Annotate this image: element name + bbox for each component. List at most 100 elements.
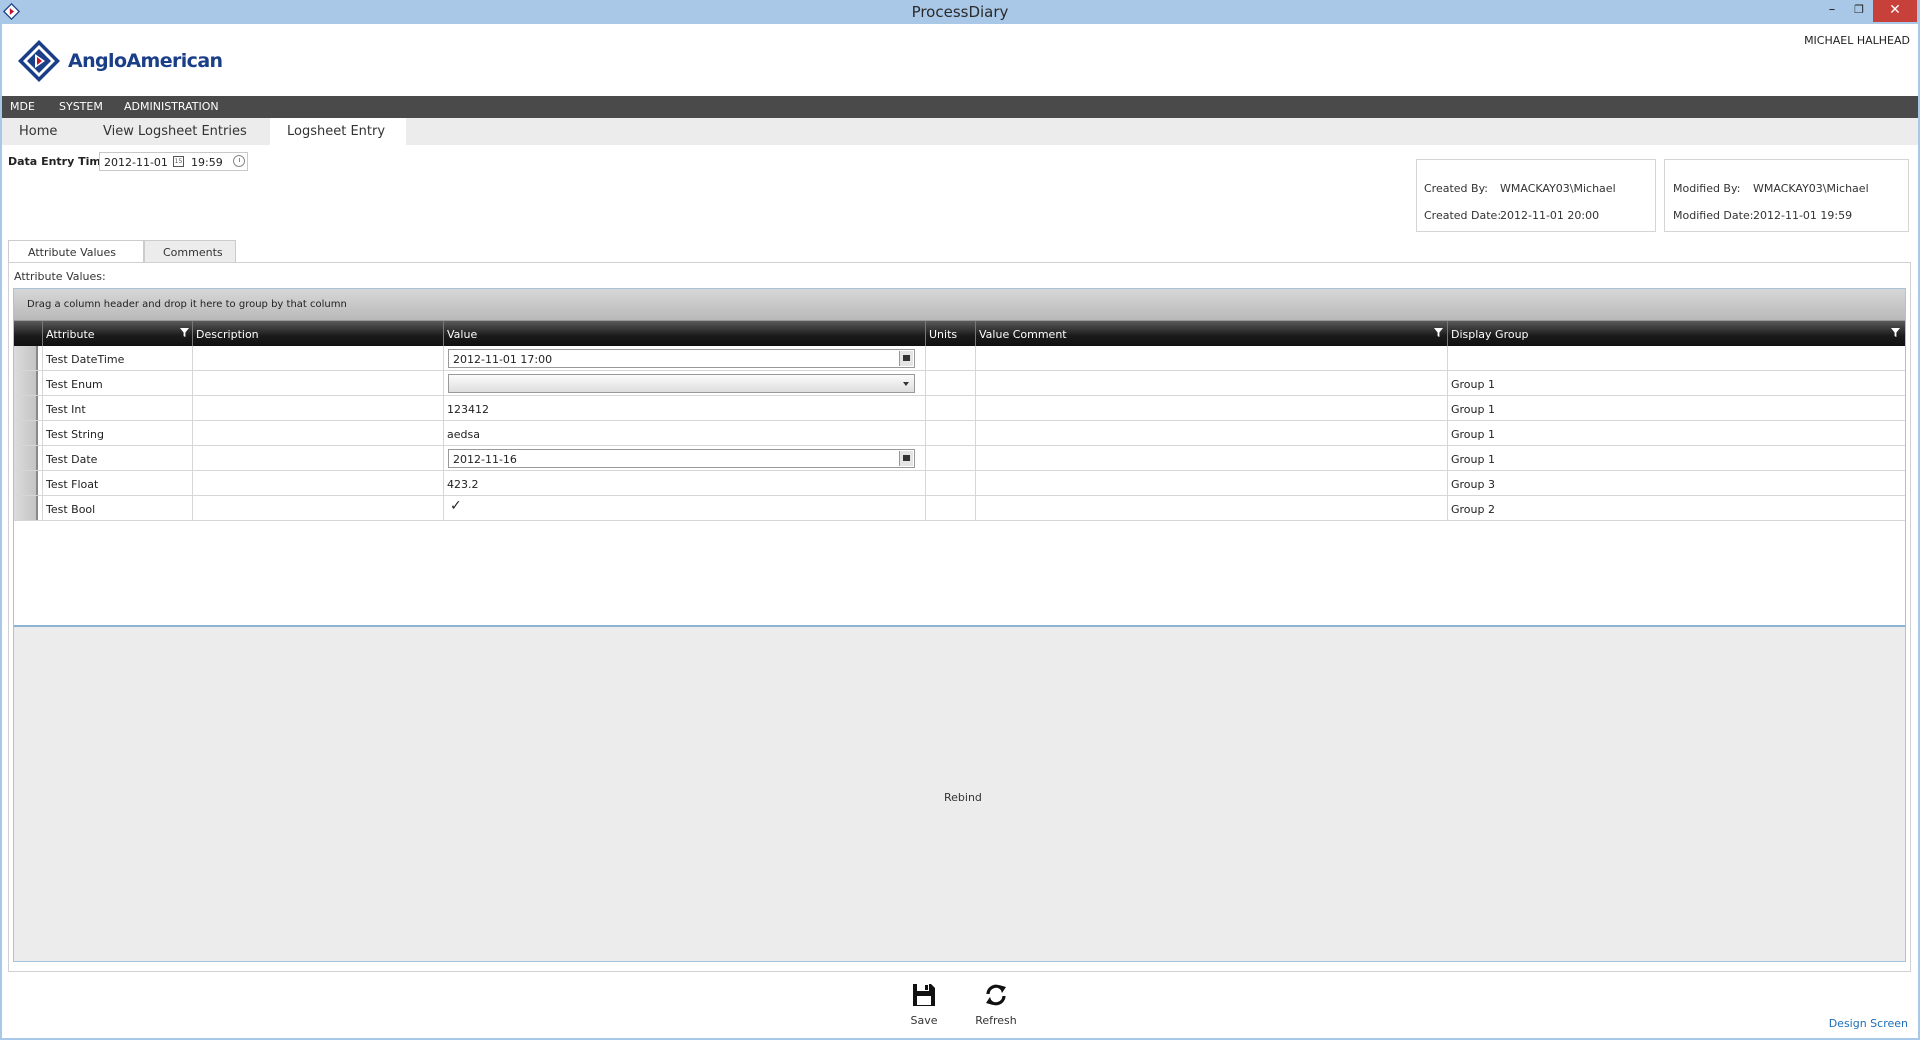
save-label: Save — [910, 1014, 938, 1027]
column-header-label: Value — [447, 328, 478, 341]
row-selector[interactable] — [14, 496, 38, 520]
value-comment-cell[interactable] — [975, 371, 1447, 395]
table-row[interactable]: Test Enum Group 1 — [14, 371, 1905, 396]
calendar-icon[interactable] — [899, 451, 913, 466]
save-button[interactable]: Save — [894, 980, 954, 1030]
column-header-label: Value Comment — [979, 328, 1067, 341]
table-row[interactable]: Test Bool ✓ Group 2 — [14, 496, 1905, 521]
filter-icon[interactable] — [1434, 328, 1443, 337]
created-by-label: Created By: — [1424, 182, 1488, 195]
value-comment-cell[interactable] — [975, 446, 1447, 470]
value-cell[interactable]: 423.2 — [443, 471, 925, 495]
value-comment-cell[interactable] — [975, 496, 1447, 520]
attribute-cell: Test DateTime — [42, 346, 192, 370]
value-comment-cell[interactable] — [975, 346, 1447, 370]
units-cell — [925, 421, 975, 445]
bool-checkbox[interactable]: ✓ — [450, 498, 462, 514]
tab-home[interactable]: Home — [2, 118, 86, 145]
close-button[interactable]: ✕ — [1873, 0, 1917, 22]
calendar-icon[interactable] — [899, 351, 913, 366]
tab-logsheet-entry[interactable]: Logsheet Entry — [270, 118, 406, 145]
description-cell — [192, 496, 443, 520]
value-comment-cell[interactable] — [975, 471, 1447, 495]
filter-icon[interactable] — [1891, 328, 1900, 337]
attribute-values-label: Attribute Values: — [14, 270, 106, 283]
design-screen-link[interactable]: Design Screen — [1829, 1017, 1908, 1030]
column-header-value[interactable]: Value — [443, 321, 925, 346]
column-header-display-group[interactable]: Display Group — [1447, 321, 1905, 346]
title-bar: ProcessDiary – ❐ ✕ — [0, 0, 1920, 24]
menu-item-mde[interactable]: MDE — [10, 100, 35, 113]
calendar-icon[interactable]: 15 — [173, 156, 184, 167]
tab-view-logsheet-entries[interactable]: View Logsheet Entries — [86, 118, 268, 145]
description-cell — [192, 446, 443, 470]
datetime-input[interactable]: 2012-11-01 17:00 — [448, 349, 915, 368]
description-cell — [192, 471, 443, 495]
value-cell[interactable]: 123412 — [443, 396, 925, 420]
value-comment-cell[interactable] — [975, 421, 1447, 445]
current-user[interactable]: MICHAEL HALHEAD — [1804, 34, 1910, 47]
attribute-cell: Test String — [42, 421, 192, 445]
row-selector[interactable] — [14, 421, 38, 445]
table-row[interactable]: Test String aedsa Group 1 — [14, 421, 1905, 446]
filter-icon[interactable] — [180, 328, 189, 337]
units-cell — [925, 496, 975, 520]
modified-by-label: Modified By: — [1673, 182, 1741, 195]
rebind-label[interactable]: Rebind — [944, 791, 982, 804]
data-entry-time-picker[interactable]: 2012-11-01 15 19:59 — [99, 152, 248, 171]
menu-item-administration[interactable]: ADMINISTRATION — [124, 100, 219, 113]
column-header-attribute[interactable]: Attribute — [42, 321, 192, 346]
header-row-selector — [14, 321, 42, 346]
column-header-value-comment[interactable]: Value Comment — [975, 321, 1447, 346]
table-row[interactable]: Test Float 423.2 Group 3 — [14, 471, 1905, 496]
page-tabs: Home View Logsheet Entries Logsheet Entr… — [2, 118, 1918, 145]
clock-icon[interactable] — [233, 155, 245, 167]
refresh-arrows-icon — [986, 984, 1006, 1006]
modified-by-value: WMACKAY03\Michael — [1753, 182, 1869, 195]
value-comment-cell[interactable] — [975, 396, 1447, 420]
attribute-cell: Test Int — [42, 396, 192, 420]
rebind-area[interactable]: Rebind — [14, 625, 1905, 961]
column-header-description[interactable]: Description — [192, 321, 443, 346]
refresh-button[interactable]: Refresh — [966, 980, 1026, 1030]
value-cell[interactable]: aedsa — [443, 421, 925, 445]
datetime-value: 2012-11-01 17:00 — [453, 353, 553, 366]
display-group-cell: Group 3 — [1447, 471, 1905, 495]
description-cell — [192, 396, 443, 420]
units-cell — [925, 396, 975, 420]
created-date-value: 2012-11-01 20:00 — [1500, 209, 1600, 222]
row-selector[interactable] — [14, 346, 38, 370]
value-cell: 2012-11-01 17:00 — [443, 346, 925, 370]
column-header-label: Units — [929, 328, 958, 341]
table-row[interactable]: Test DateTime 2012-11-01 17:00 — [14, 346, 1905, 371]
row-selector[interactable] — [14, 396, 38, 420]
value-cell: 2012-11-16 — [443, 446, 925, 470]
group-by-hint: Drag a column header and drop it here to… — [27, 299, 347, 310]
row-selector[interactable] — [14, 471, 38, 495]
refresh-label: Refresh — [975, 1014, 1017, 1027]
data-entry-date[interactable]: 2012-11-01 — [104, 156, 168, 169]
units-cell — [925, 346, 975, 370]
tab-attribute-values[interactable]: Attribute Values — [8, 240, 144, 264]
display-group-cell: Group 1 — [1447, 396, 1905, 420]
maximize-button[interactable]: ❐ — [1845, 0, 1873, 22]
data-entry-time[interactable]: 19:59 — [191, 156, 223, 169]
chevron-down-icon[interactable] — [903, 382, 909, 386]
table-row[interactable]: Test Date 2012-11-16 Group 1 — [14, 446, 1905, 471]
created-by-value: WMACKAY03\Michael — [1500, 182, 1616, 195]
group-by-panel[interactable]: Drag a column header and drop it here to… — [14, 289, 1905, 321]
window-title: ProcessDiary — [911, 3, 1009, 21]
table-row[interactable]: Test Int 123412 Group 1 — [14, 396, 1905, 421]
row-selector[interactable] — [14, 446, 38, 470]
column-header-units[interactable]: Units — [925, 321, 975, 346]
tab-comments[interactable]: Comments — [144, 240, 236, 263]
enum-dropdown[interactable] — [448, 374, 915, 393]
description-cell — [192, 421, 443, 445]
menu-item-system[interactable]: SYSTEM — [59, 100, 103, 113]
date-input[interactable]: 2012-11-16 — [448, 449, 915, 468]
attribute-cell: Test Bool — [42, 496, 192, 520]
main-menu: MDE SYSTEM ADMINISTRATION — [2, 96, 1918, 118]
row-selector[interactable] — [14, 371, 38, 395]
modified-date-value: 2012-11-01 19:59 — [1753, 209, 1853, 222]
minimize-button[interactable]: – — [1818, 0, 1846, 22]
